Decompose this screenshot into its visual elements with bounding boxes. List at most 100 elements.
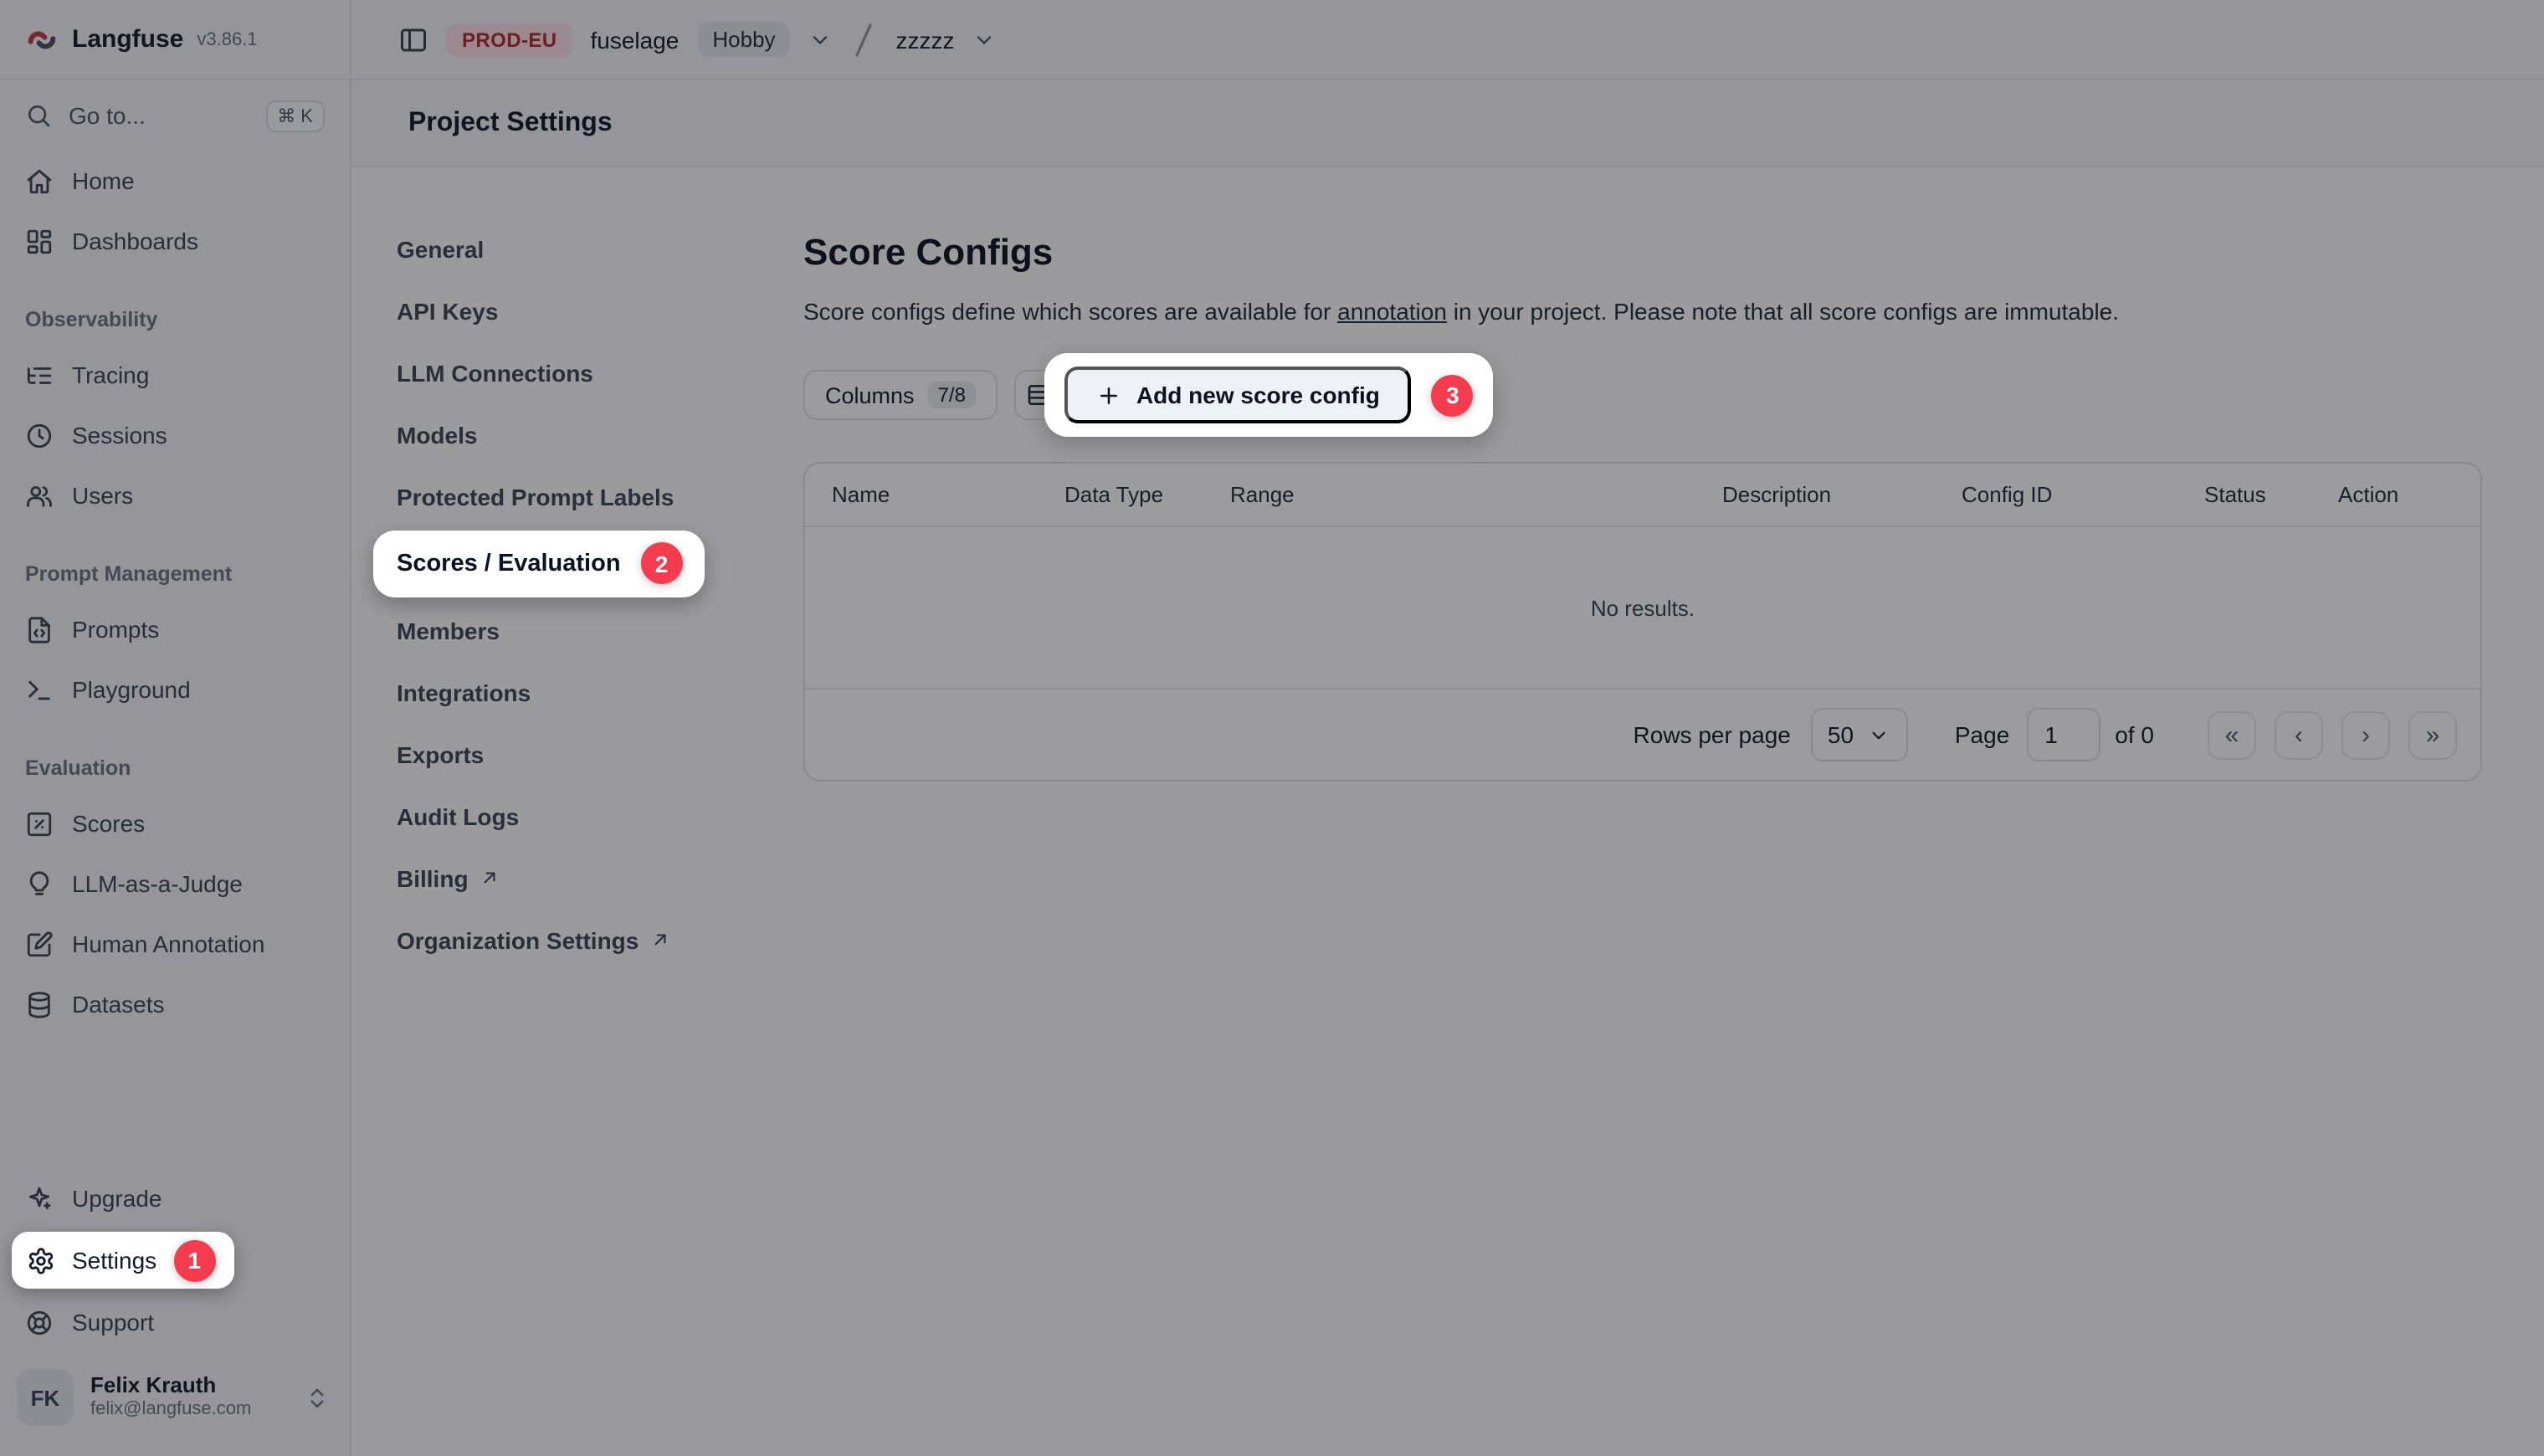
settings-nav-models[interactable]: Models bbox=[397, 403, 767, 465]
sidebar-item-upgrade[interactable]: Upgrade bbox=[0, 1168, 350, 1228]
settings-nav-integrations[interactable]: Integrations bbox=[397, 661, 767, 723]
step-badge-3: 3 bbox=[1432, 374, 1474, 416]
square-pen-icon bbox=[25, 930, 54, 958]
section-label-evaluation: Evaluation bbox=[0, 743, 350, 793]
go-to-label: Go to... bbox=[69, 102, 146, 129]
next-page-button[interactable]: › bbox=[2341, 710, 2390, 759]
list-tree-icon bbox=[25, 361, 54, 389]
page-header: Project Settings bbox=[351, 80, 2544, 167]
sidebar-item-settings[interactable]: Settings 1 bbox=[12, 1232, 233, 1289]
column-header-name[interactable]: Name bbox=[832, 482, 1064, 507]
page-label: Page bbox=[1955, 721, 2009, 748]
langfuse-logo-icon bbox=[25, 23, 59, 56]
sidebar-item-label: Dashboards bbox=[72, 228, 198, 254]
sidebar-item-label: Sessions bbox=[72, 422, 167, 449]
settings-nav-organization-settings[interactable]: Organization Settings bbox=[397, 909, 767, 971]
settings-nav-exports[interactable]: Exports bbox=[397, 723, 767, 785]
sidebar-item-prompts[interactable]: Prompts bbox=[0, 599, 350, 659]
sidebar-item-label: Home bbox=[72, 167, 135, 194]
annotation-link[interactable]: annotation bbox=[1337, 298, 1447, 325]
rows-per-page-select[interactable]: 50 bbox=[1811, 708, 1908, 761]
rows-per-page-label: Rows per page bbox=[1634, 721, 1791, 748]
column-header-range[interactable]: Range bbox=[1230, 482, 1722, 507]
clock-icon bbox=[25, 421, 54, 449]
breadcrumb-separator bbox=[851, 21, 878, 58]
settings-nav-billing[interactable]: Billing bbox=[397, 847, 767, 909]
sidebar-item-support[interactable]: Support bbox=[0, 1292, 350, 1352]
sidebar-item-playground[interactable]: Playground bbox=[0, 659, 350, 720]
user-email: felix@langfuse.com bbox=[90, 1400, 251, 1423]
sidebar-item-dashboards[interactable]: Dashboards bbox=[0, 211, 350, 271]
settings-nav-audit-logs[interactable]: Audit Logs bbox=[397, 785, 767, 847]
settings-nav-general[interactable]: General bbox=[397, 218, 767, 279]
external-link-icon bbox=[649, 929, 670, 951]
org-chevron-down-icon[interactable] bbox=[809, 28, 833, 51]
settings-nav: General API Keys LLM Connections Models … bbox=[351, 167, 767, 1456]
go-to-search[interactable]: Go to... ⌘ K bbox=[0, 80, 350, 151]
section-label-observability: Observability bbox=[0, 295, 350, 345]
search-icon bbox=[25, 102, 52, 129]
sidebar-item-datasets[interactable]: Datasets bbox=[0, 974, 350, 1034]
home-icon bbox=[25, 167, 54, 195]
life-buoy-icon bbox=[25, 1308, 54, 1336]
chevron-down-icon bbox=[1867, 724, 1889, 746]
settings-nav-llm-connections[interactable]: LLM Connections bbox=[397, 341, 767, 403]
sidebar-item-sessions[interactable]: Sessions bbox=[0, 405, 350, 465]
user-name: Felix Krauth bbox=[90, 1372, 251, 1400]
user-menu[interactable]: FK Felix Krauth felix@langfuse.com bbox=[0, 1352, 350, 1446]
sidebar: Langfuse v3.86.1 Go to... ⌘ K Home Dashb… bbox=[0, 0, 351, 1456]
chevrons-up-down-icon bbox=[305, 1385, 330, 1410]
sidebar-item-tracing[interactable]: Tracing bbox=[0, 345, 350, 405]
column-header-data-type[interactable]: Data Type bbox=[1064, 482, 1230, 507]
section-label-prompt-management: Prompt Management bbox=[0, 549, 350, 599]
section-title: Score Configs bbox=[803, 231, 2504, 274]
external-link-icon bbox=[479, 867, 500, 889]
section-description: Score configs define which scores are av… bbox=[803, 298, 2504, 325]
breadcrumb-org[interactable]: fuselage bbox=[591, 26, 680, 53]
sidebar-item-label: Human Annotation bbox=[72, 931, 264, 957]
page-number-input[interactable] bbox=[2026, 708, 2100, 761]
sidebar-toggle-button[interactable] bbox=[398, 24, 428, 54]
app-version: v3.86.1 bbox=[197, 29, 257, 49]
add-score-config-button[interactable]: Add new score config bbox=[1064, 367, 1412, 423]
table-toolbar: Columns 7/8 Add new score config 3 bbox=[803, 353, 2504, 437]
settings-nav-protected-prompt-labels[interactable]: Protected Prompt Labels bbox=[397, 465, 767, 527]
sidebar-item-human-annotation[interactable]: Human Annotation bbox=[0, 914, 350, 974]
sidebar-item-label: Settings bbox=[72, 1247, 156, 1274]
column-header-status[interactable]: Status bbox=[2204, 482, 2338, 507]
settings-nav-scores-evaluation-wrap: Scores / Evaluation 2 bbox=[397, 527, 767, 599]
app-name: Langfuse bbox=[72, 25, 183, 54]
plan-badge: Hobby bbox=[697, 22, 790, 57]
avatar: FK bbox=[17, 1369, 74, 1426]
settings-nav-api-keys[interactable]: API Keys bbox=[397, 279, 767, 341]
sidebar-nav: Home Dashboards Observability Tracing Se… bbox=[0, 151, 350, 1034]
lightbulb-icon bbox=[25, 869, 54, 898]
column-header-config-id[interactable]: Config ID bbox=[1962, 482, 2204, 507]
project-chevron-down-icon[interactable] bbox=[973, 28, 997, 51]
sidebar-item-scores[interactable]: Scores bbox=[0, 793, 350, 854]
score-configs-table: Name Data Type Range Description Config … bbox=[803, 462, 2482, 782]
sidebar-item-label: Playground bbox=[72, 676, 191, 703]
sidebar-item-users[interactable]: Users bbox=[0, 465, 350, 525]
breadcrumb-project[interactable]: zzzzz bbox=[896, 26, 955, 53]
previous-page-button[interactable]: ‹ bbox=[2275, 710, 2323, 759]
main-area: PROD-EU fuselage Hobby zzzzz Project Set… bbox=[351, 0, 2544, 1456]
step-badge-2: 2 bbox=[641, 542, 683, 584]
terminal-icon bbox=[25, 675, 54, 704]
sidebar-item-label: Tracing bbox=[72, 361, 149, 388]
column-header-description[interactable]: Description bbox=[1722, 482, 1962, 507]
sidebar-item-label: Scores bbox=[72, 810, 145, 837]
settings-nav-scores-evaluation[interactable]: Scores / Evaluation 2 bbox=[373, 530, 705, 597]
settings-nav-members[interactable]: Members bbox=[397, 599, 767, 661]
last-page-button[interactable]: » bbox=[2408, 710, 2457, 759]
table-empty-state: No results. bbox=[805, 527, 2480, 688]
first-page-button[interactable]: « bbox=[2208, 710, 2256, 759]
percent-square-icon bbox=[25, 809, 54, 838]
column-header-action[interactable]: Action bbox=[2338, 482, 2454, 507]
file-code-icon bbox=[25, 615, 54, 643]
sidebar-item-home[interactable]: Home bbox=[0, 151, 350, 211]
columns-button[interactable]: Columns 7/8 bbox=[803, 370, 998, 420]
sidebar-item-llm-as-a-judge[interactable]: LLM-as-a-Judge bbox=[0, 854, 350, 914]
sidebar-item-label: Datasets bbox=[72, 991, 165, 1018]
page-title: Project Settings bbox=[408, 108, 613, 138]
